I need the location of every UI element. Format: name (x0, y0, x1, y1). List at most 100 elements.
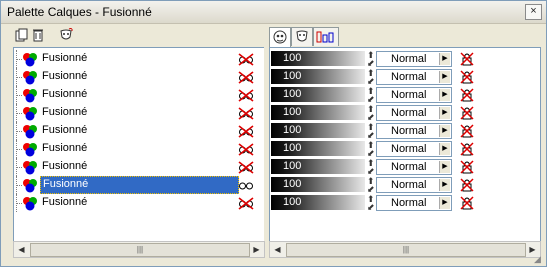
hidden-eye-icon[interactable] (238, 142, 254, 156)
blend-mode-value: Normal (391, 143, 427, 155)
lock-transparency-icon[interactable] (460, 178, 474, 192)
layer-properties-row: 100 ⬆ ⬋ Normal ▶ (270, 140, 540, 158)
layer-row[interactable]: Fusionné (14, 104, 264, 122)
opacity-slider[interactable]: 100 (271, 195, 365, 210)
blend-mode-select[interactable]: Normal ▶ (376, 159, 452, 175)
lock-transparency-icon[interactable] (460, 142, 474, 156)
dropdown-arrow-icon[interactable]: ▶ (439, 197, 450, 209)
hidden-eye-icon[interactable] (238, 160, 254, 174)
title-bar[interactable]: Palette Calques - Fusionné × (1, 1, 546, 24)
layer-row[interactable]: Fusionné (14, 176, 264, 194)
blend-mode-select[interactable]: Normal ▶ (376, 141, 452, 157)
dropdown-arrow-icon[interactable]: ▶ (439, 125, 450, 137)
opacity-spin-icon[interactable]: ⬆ ⬋ (367, 87, 375, 104)
raster-layer-icon (23, 53, 37, 67)
layer-name[interactable]: Fusionné (40, 105, 89, 120)
panel-splitter[interactable] (264, 45, 267, 257)
opacity-slider[interactable]: 100 (271, 141, 365, 156)
blend-mode-select[interactable]: Normal ▶ (376, 87, 452, 103)
right-horizontal-scrollbar[interactable]: ◀ ||| ▶ (269, 241, 541, 258)
mask-tab[interactable] (291, 27, 313, 46)
lock-transparency-icon[interactable] (460, 106, 474, 120)
delete-layer-icon[interactable] (31, 28, 45, 42)
lock-transparency-icon[interactable] (460, 88, 474, 102)
left-horizontal-scrollbar[interactable]: ◀ ||| ▶ (13, 241, 265, 258)
scroll-thumb[interactable]: ||| (286, 243, 526, 257)
dropdown-arrow-icon[interactable]: ▶ (439, 179, 450, 191)
layer-row[interactable]: Fusionné (14, 86, 264, 104)
eye-glasses-icon[interactable] (238, 178, 254, 192)
blend-mode-select[interactable]: Normal ▶ (376, 105, 452, 121)
layer-palette-window: Palette Calques - Fusionné × Fusionné Fu… (0, 0, 547, 267)
hidden-eye-icon[interactable] (238, 124, 254, 138)
opacity-spin-icon[interactable]: ⬆ ⬋ (367, 51, 375, 68)
scroll-left-button[interactable]: ◀ (270, 242, 285, 257)
opacity-slider[interactable]: 100 (271, 87, 365, 102)
opacity-spin-icon[interactable]: ⬆ ⬋ (367, 105, 375, 122)
raster-layer-icon (23, 179, 37, 193)
dropdown-arrow-icon[interactable]: ▶ (439, 107, 450, 119)
layer-name[interactable]: Fusionné (40, 87, 89, 102)
layer-name[interactable]: Fusionné (40, 51, 89, 66)
dropdown-arrow-icon[interactable]: ▶ (439, 143, 450, 155)
blend-mode-select[interactable]: Normal ▶ (376, 123, 452, 139)
new-layer-icon[interactable] (15, 28, 29, 42)
layer-row[interactable]: Fusionné (14, 122, 264, 140)
layer-row[interactable]: Fusionné (14, 50, 264, 68)
lock-transparency-icon[interactable] (460, 160, 474, 174)
layer-properties-tab[interactable] (269, 27, 291, 47)
blend-ranges-tab[interactable] (313, 27, 339, 46)
scroll-left-button[interactable]: ◀ (14, 242, 29, 257)
opacity-spin-icon[interactable]: ⬆ ⬋ (367, 123, 375, 140)
lock-transparency-icon[interactable] (460, 70, 474, 84)
opacity-value: 100 (283, 124, 302, 136)
opacity-slider[interactable]: 100 (271, 105, 365, 120)
blend-mode-select[interactable]: Normal ▶ (376, 69, 452, 85)
layer-name[interactable]: Fusionné (40, 141, 89, 156)
opacity-spin-icon[interactable]: ⬆ ⬋ (367, 177, 375, 194)
layer-name[interactable]: Fusionné (40, 176, 239, 194)
mask-icon[interactable] (59, 28, 73, 42)
dropdown-arrow-icon[interactable]: ▶ (439, 53, 450, 65)
layer-properties-row: 100 ⬆ ⬋ Normal ▶ (270, 194, 540, 212)
lock-transparency-icon[interactable] (460, 196, 474, 210)
layer-name[interactable]: Fusionné (40, 69, 89, 84)
layer-row[interactable]: Fusionné (14, 140, 264, 158)
hidden-eye-icon[interactable] (238, 52, 254, 66)
resize-grip[interactable]: ◢ (534, 254, 544, 264)
blend-mode-value: Normal (391, 179, 427, 191)
layer-name[interactable]: Fusionné (40, 159, 89, 174)
lock-transparency-icon[interactable] (460, 124, 474, 138)
layer-row[interactable]: Fusionné (14, 158, 264, 176)
opacity-spin-icon[interactable]: ⬆ ⬋ (367, 159, 375, 176)
blend-mode-value: Normal (391, 107, 427, 119)
opacity-spin-icon[interactable]: ⬆ ⬋ (367, 69, 375, 86)
dropdown-arrow-icon[interactable]: ▶ (439, 89, 450, 101)
opacity-slider[interactable]: 100 (271, 51, 365, 66)
opacity-slider[interactable]: 100 (271, 69, 365, 84)
dropdown-arrow-icon[interactable]: ▶ (439, 161, 450, 173)
close-button[interactable]: × (525, 4, 542, 20)
lock-transparency-icon[interactable] (460, 52, 474, 66)
layer-row[interactable]: Fusionné (14, 68, 264, 86)
scroll-thumb[interactable]: ||| (30, 243, 250, 257)
blend-mode-select[interactable]: Normal ▶ (376, 195, 452, 211)
scroll-right-button[interactable]: ▶ (249, 242, 264, 257)
layer-name[interactable]: Fusionné (40, 195, 89, 210)
hidden-eye-icon[interactable] (238, 196, 254, 210)
opacity-spin-icon[interactable]: ⬆ ⬋ (367, 195, 375, 212)
layer-properties-list: 100 ⬆ ⬋ Normal ▶ 100 ⬆ ⬋ Normal ▶ 100 ⬆ ⬋ Normal ▶ 100 ⬆… (269, 47, 541, 244)
hidden-eye-icon[interactable] (238, 88, 254, 102)
blend-mode-select[interactable]: Normal ▶ (376, 51, 452, 67)
hidden-eye-icon[interactable] (238, 70, 254, 84)
hidden-eye-icon[interactable] (238, 106, 254, 120)
blend-mode-select[interactable]: Normal ▶ (376, 177, 452, 193)
opacity-slider[interactable]: 100 (271, 123, 365, 138)
layer-row[interactable]: Fusionné (14, 194, 264, 212)
opacity-spin-icon[interactable]: ⬆ ⬋ (367, 141, 375, 158)
layer-name[interactable]: Fusionné (40, 123, 89, 138)
raster-layer-icon (23, 125, 37, 139)
opacity-slider[interactable]: 100 (271, 177, 365, 192)
dropdown-arrow-icon[interactable]: ▶ (439, 71, 450, 83)
opacity-slider[interactable]: 100 (271, 159, 365, 174)
